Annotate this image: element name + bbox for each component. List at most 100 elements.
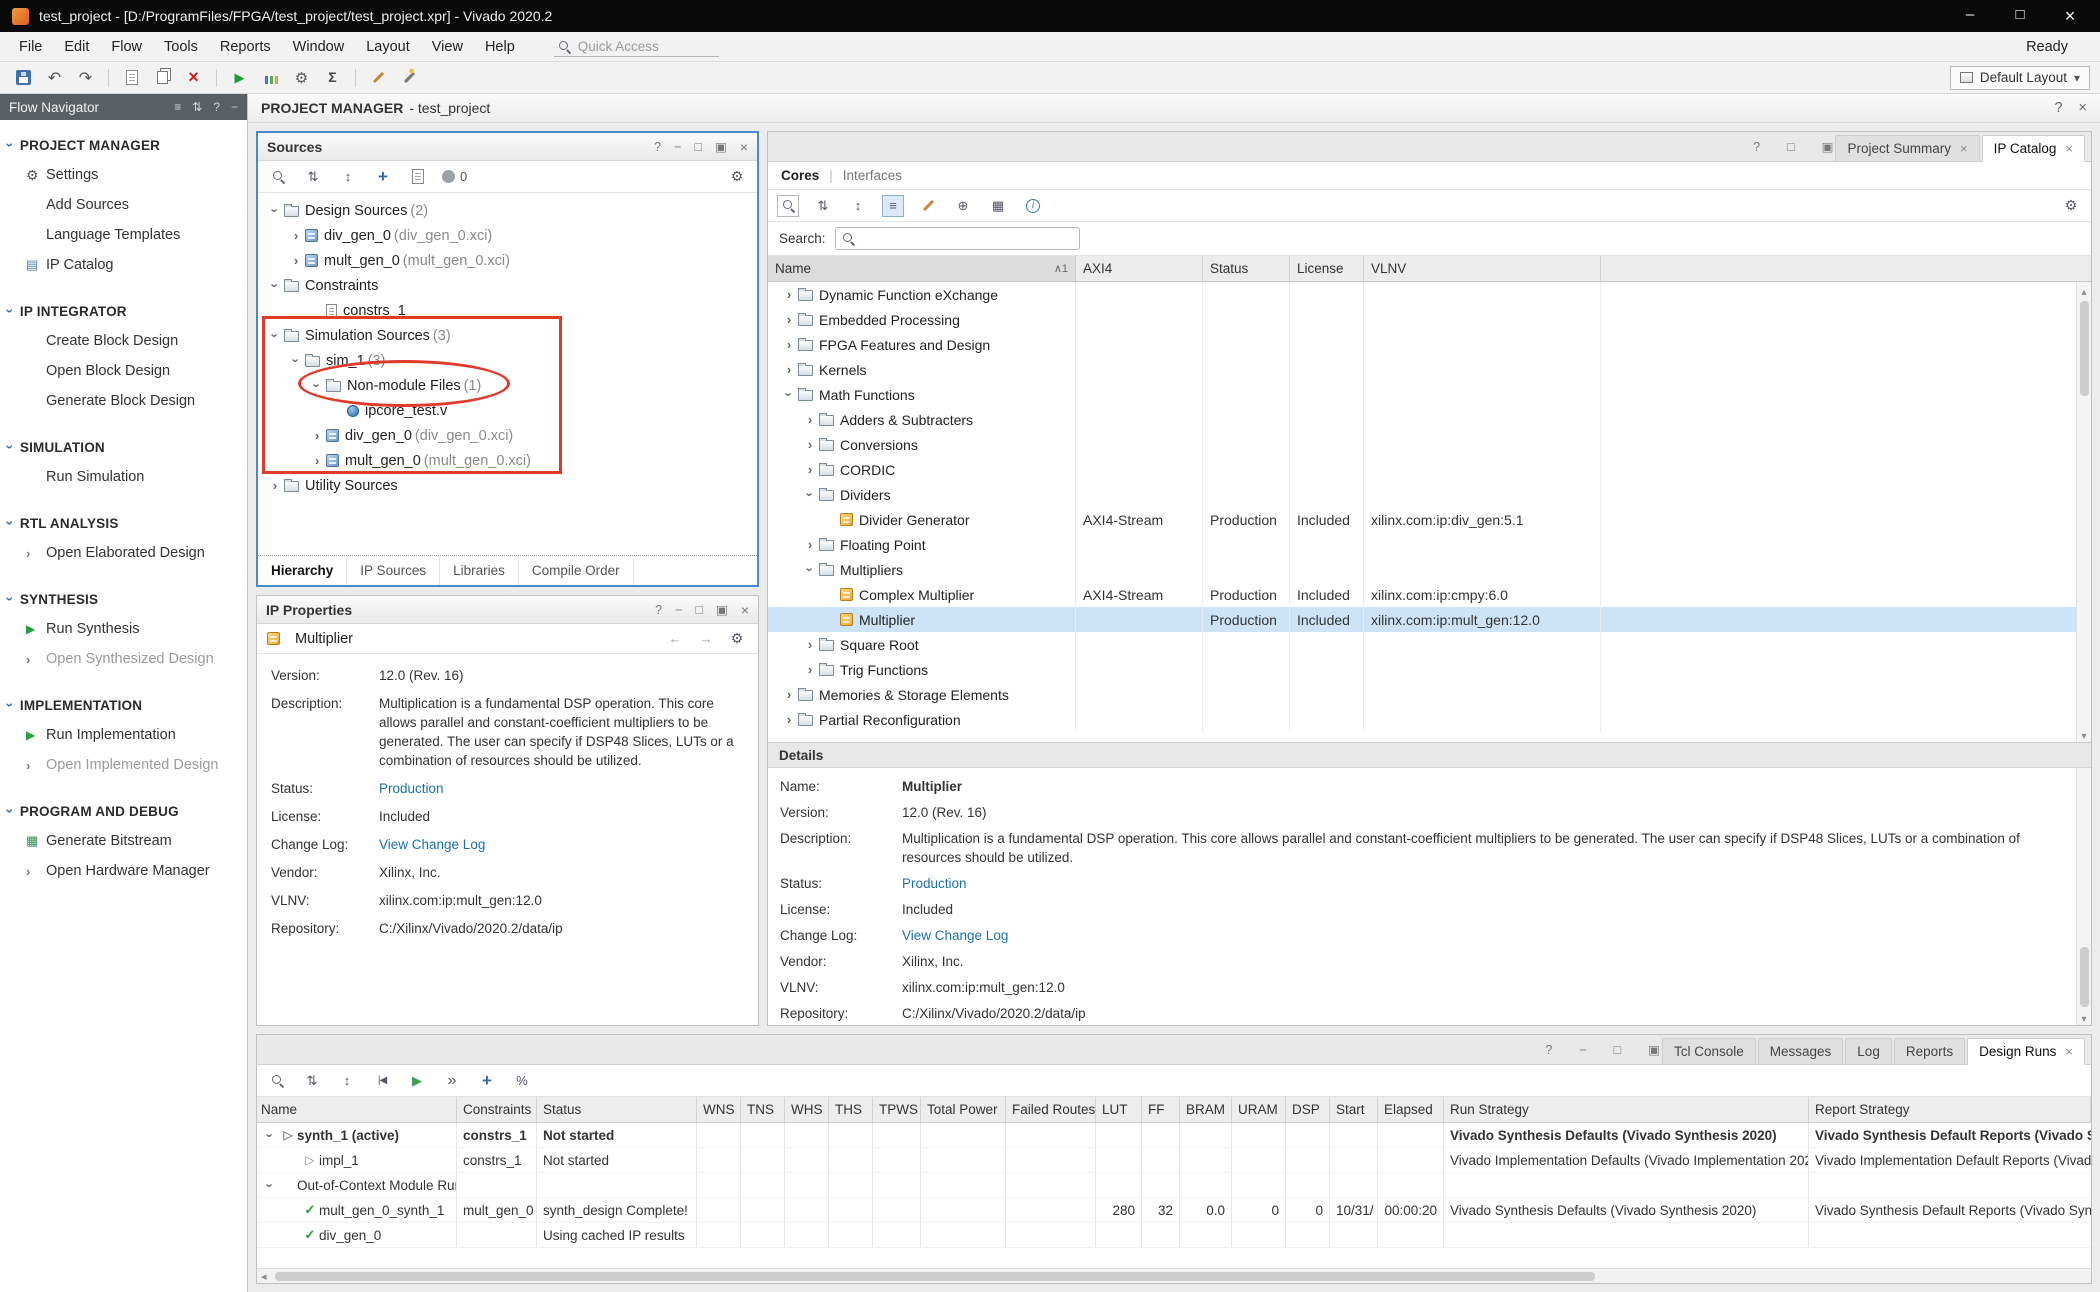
- catalog-row[interactable]: Divider Generator AXI4-Stream Production…: [768, 507, 2091, 532]
- dashboard-button[interactable]: [257, 66, 284, 90]
- catalog-row[interactable]: Math Functions: [768, 382, 2091, 407]
- catalog-row[interactable]: Conversions: [768, 432, 2091, 457]
- launch-runs-icon[interactable]: [406, 1070, 428, 1092]
- catalog-row[interactable]: Complex Multiplier AXI4-Stream Productio…: [768, 582, 2091, 607]
- sources-panel-header[interactable]: Sources: [258, 133, 757, 161]
- source-tree-row[interactable]: Non-module Files (1): [258, 373, 757, 398]
- flow-navigator-entry[interactable]: Run Synthesis: [0, 614, 247, 644]
- view-interfaces[interactable]: Interfaces: [843, 168, 902, 183]
- catalog-row[interactable]: Dynamic Function eXchange: [768, 282, 2091, 307]
- source-tree-row[interactable]: Simulation Sources (3): [258, 323, 757, 348]
- tree-twisty-icon[interactable]: [801, 562, 819, 577]
- sources-view-tab[interactable]: Libraries: [440, 556, 519, 585]
- menu-item[interactable]: Window: [282, 35, 356, 59]
- back-arrow-icon[interactable]: [664, 628, 686, 650]
- source-tree-row[interactable]: sim_1 (3): [258, 348, 757, 373]
- sources-view-tab[interactable]: Compile Order: [519, 556, 634, 585]
- settings-gear-icon[interactable]: [726, 166, 748, 188]
- search-icon[interactable]: [777, 195, 799, 217]
- float-icon[interactable]: [1648, 1042, 1660, 1057]
- expand-all-icon[interactable]: [847, 195, 869, 217]
- tree-twisty-icon[interactable]: [801, 637, 819, 652]
- flow-navigator-entry[interactable]: Open Implemented Design: [0, 750, 247, 780]
- col-uram[interactable]: URAM: [1232, 1097, 1286, 1122]
- expand-all-icon[interactable]: [337, 166, 359, 188]
- catalog-row[interactable]: Memories & Storage Elements: [768, 682, 2091, 707]
- col-tns[interactable]: TNS: [741, 1097, 785, 1122]
- add-sources-icon[interactable]: [372, 166, 394, 188]
- menu-item[interactable]: Edit: [53, 35, 100, 59]
- flow-navigator-entry[interactable]: Generate Bitstream: [0, 826, 247, 856]
- menu-item[interactable]: Tools: [153, 35, 209, 59]
- tree-twisty-icon[interactable]: [801, 487, 819, 502]
- flow-navigator-entry[interactable]: IP Catalog: [0, 250, 247, 280]
- tree-twisty-icon[interactable]: [266, 203, 284, 218]
- forward-arrow-icon[interactable]: [695, 628, 717, 650]
- search-icon[interactable]: [267, 166, 289, 188]
- tree-twisty-icon[interactable]: [261, 1178, 279, 1193]
- bottom-tab[interactable]: Log: [1845, 1038, 1892, 1065]
- scrollbar-thumb[interactable]: [275, 1272, 1595, 1281]
- col-dsp[interactable]: DSP: [1286, 1097, 1330, 1122]
- col-lut[interactable]: LUT: [1096, 1097, 1142, 1122]
- scrollbar-thumb[interactable]: [2080, 301, 2089, 396]
- close-button[interactable]: [2062, 6, 2078, 27]
- vertical-scrollbar[interactable]: [2076, 768, 2091, 1025]
- flow-navigator-entry[interactable]: Open Synthesized Design: [0, 644, 247, 674]
- flow-navigator-entry[interactable]: Add Sources: [0, 190, 247, 220]
- design-run-row[interactable]: Out-of-Context Module Runs: [257, 1173, 2091, 1198]
- catalog-row[interactable]: CORDIC: [768, 457, 2091, 482]
- flow-navigator-entry[interactable]: PROGRAM AND DEBUG: [0, 796, 247, 826]
- sources-view-tab[interactable]: Hierarchy: [258, 556, 347, 585]
- catalog-row[interactable]: Dividers: [768, 482, 2091, 507]
- tree-twisty-icon[interactable]: [287, 228, 305, 243]
- flow-navigator-entry[interactable]: RTL ANALYSIS: [0, 508, 247, 538]
- close-icon[interactable]: [741, 602, 749, 618]
- design-run-row[interactable]: div_gen_0 Using cached IP results: [257, 1223, 2091, 1248]
- scroll-down-icon[interactable]: [2081, 726, 2086, 742]
- tab-close-icon[interactable]: [2065, 141, 2073, 156]
- edit-button[interactable]: [365, 66, 392, 90]
- tab-close-icon[interactable]: [2065, 1044, 2073, 1059]
- flow-navigator-entry[interactable]: Settings: [0, 160, 247, 190]
- close-icon[interactable]: [740, 139, 748, 155]
- report-button[interactable]: [118, 66, 145, 90]
- property-value[interactable]: Production: [379, 779, 744, 798]
- tree-twisty-icon[interactable]: [780, 712, 798, 727]
- tree-twisty-icon[interactable]: [780, 362, 798, 377]
- catalog-row[interactable]: Adders & Subtracters: [768, 407, 2091, 432]
- col-vlnv[interactable]: VLNV: [1364, 256, 1601, 281]
- flow-navigator-entry[interactable]: Open Elaborated Design: [0, 538, 247, 568]
- col-axi4[interactable]: AXI4: [1076, 256, 1203, 281]
- minimize-icon[interactable]: [675, 603, 682, 617]
- col-whs[interactable]: WHS: [785, 1097, 829, 1122]
- tree-twisty-icon[interactable]: [308, 378, 326, 393]
- open-file-icon[interactable]: [407, 166, 429, 188]
- design-run-row[interactable]: synth_1 (active) constrs_1 Not started: [257, 1123, 2091, 1148]
- col-name[interactable]: Name ∧1: [768, 256, 1076, 281]
- catalog-row[interactable]: Partial Reconfiguration: [768, 707, 2091, 732]
- source-tree-row[interactable]: ipcore_test.v: [258, 398, 757, 423]
- collapse-all-icon[interactable]: [302, 166, 324, 188]
- ip-properties-header[interactable]: IP Properties: [257, 596, 758, 624]
- layout-selector[interactable]: Default Layout: [1950, 66, 2090, 90]
- col-tpws[interactable]: TPWS: [873, 1097, 921, 1122]
- source-tree-row[interactable]: Design Sources (2): [258, 198, 757, 223]
- tree-twisty-icon[interactable]: [308, 428, 326, 443]
- source-tree-row[interactable]: Utility Sources: [258, 473, 757, 498]
- col-ff[interactable]: FF: [1142, 1097, 1180, 1122]
- minimize-icon[interactable]: [674, 140, 681, 154]
- flow-navigator-entry[interactable]: Open Block Design: [0, 356, 247, 386]
- catalog-row[interactable]: Floating Point: [768, 532, 2091, 557]
- col-ths[interactable]: THS: [829, 1097, 873, 1122]
- scroll-down-icon[interactable]: [2081, 1010, 2086, 1025]
- minimize-button[interactable]: [1962, 6, 1978, 27]
- scroll-left-icon[interactable]: [257, 1268, 271, 1284]
- navigator-collapse-icon[interactable]: [231, 100, 238, 114]
- tree-twisty-icon[interactable]: [287, 353, 305, 368]
- help-icon[interactable]: [2054, 100, 2062, 116]
- maximize-button[interactable]: [2012, 6, 2028, 27]
- float-icon[interactable]: [715, 139, 727, 154]
- source-tree-row[interactable]: div_gen_0 (div_gen_0.xci): [258, 223, 757, 248]
- tree-twisty-icon[interactable]: [801, 662, 819, 677]
